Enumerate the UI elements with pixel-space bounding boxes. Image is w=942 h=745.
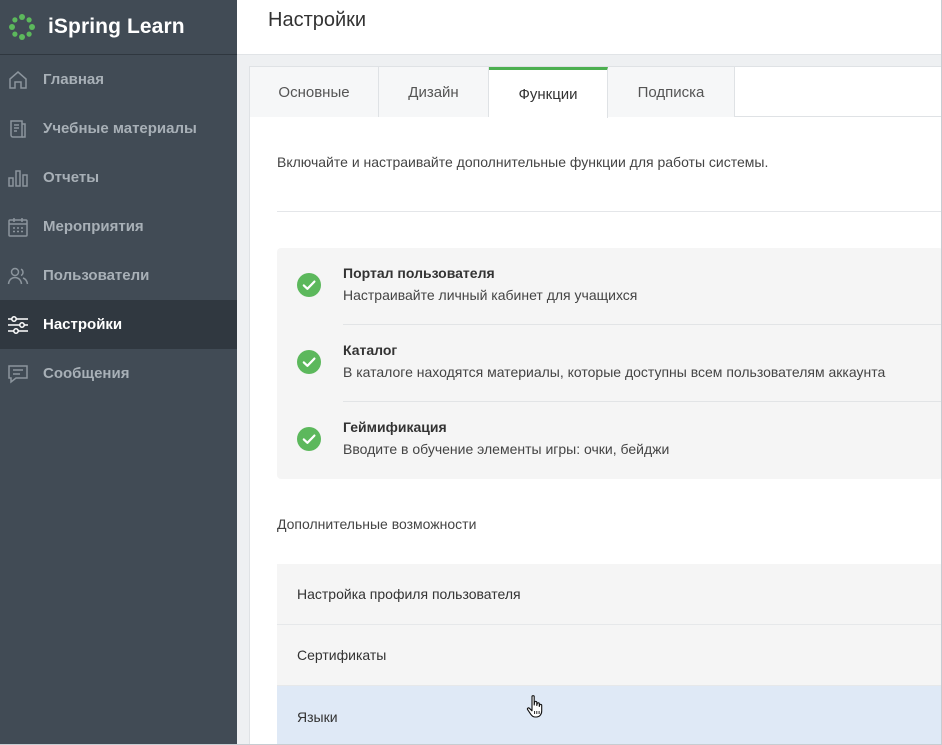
sidebar-item-label: Учебные материалы [43,120,197,137]
settings-panel: Основные Дизайн Функции Подписка Включай… [249,66,942,745]
sidebar-item-reports[interactable]: Отчеты [0,153,237,202]
calendar-icon [7,216,29,238]
users-icon [7,265,29,287]
tab-general[interactable]: Основные [250,67,379,117]
sidebar-item-label: Мероприятия [43,218,144,235]
bar-chart-icon [7,167,29,189]
sidebar-item-home[interactable]: Главная [0,55,237,104]
feature-description: Настраивайте личный кабинет для учащихся [343,287,638,303]
sidebar-item-label: Главная [43,71,105,88]
extra-item-languages[interactable]: Языки [277,686,942,745]
extra-section-title: Дополнительные возможности [277,516,477,532]
message-icon [7,363,29,385]
feature-title: Геймификация [343,419,447,435]
feature-description: В каталоге находятся материалы, которые … [343,364,886,380]
logo[interactable]: iSpring Learn [0,0,237,55]
feature-user-portal[interactable]: Портал пользователя Настраивайте личный … [277,248,942,325]
feature-description: Вводите в обучение элементы игры: очки, … [343,441,670,457]
app-name: iSpring Learn [48,15,185,38]
extra-item-certificates[interactable]: Сертификаты [277,625,942,686]
tab-features[interactable]: Функции [489,67,608,118]
tab-design[interactable]: Дизайн [379,67,489,117]
tab-subscription[interactable]: Подписка [608,67,735,117]
sidebar-item-messages[interactable]: Сообщения [0,349,237,398]
header: Настройки [237,0,942,55]
feature-title: Портал пользователя [343,265,495,281]
sidebar-item-materials[interactable]: Учебные материалы [0,104,237,153]
sliders-icon [7,314,29,336]
materials-icon [7,118,29,140]
sidebar-item-users[interactable]: Пользователи [0,251,237,300]
sidebar: iSpring Learn Главная Учебные материалы [0,0,237,745]
check-circle-icon [297,427,321,451]
tab-bar: Основные Дизайн Функции Подписка [250,67,942,118]
divider [277,211,942,212]
sidebar-item-settings[interactable]: Настройки [0,300,237,349]
features-list: Портал пользователя Настраивайте личный … [277,248,942,479]
sidebar-item-label: Настройки [43,316,123,333]
sidebar-nav: Главная Учебные материалы Отчеты Меропри… [0,55,237,398]
sidebar-item-events[interactable]: Мероприятия [0,202,237,251]
check-circle-icon [297,273,321,297]
intro-text: Включайте и настраивайте дополнительные … [277,154,769,170]
page-title: Настройки [268,9,367,31]
home-icon [7,69,29,91]
sidebar-item-label: Пользователи [43,267,150,284]
feature-title: Каталог [343,342,398,358]
ispring-logo-icon [9,14,35,40]
feature-catalog[interactable]: Каталог В каталоге находятся материалы, … [277,325,942,402]
check-circle-icon [297,350,321,374]
sidebar-item-label: Сообщения [43,365,130,382]
feature-gamification[interactable]: Геймификация Вводите в обучение элементы… [277,402,942,479]
extra-item-profile-settings[interactable]: Настройка профиля пользователя [277,564,942,625]
sidebar-item-label: Отчеты [43,169,100,186]
extra-list: Настройка профиля пользователя Сертифика… [277,564,942,745]
